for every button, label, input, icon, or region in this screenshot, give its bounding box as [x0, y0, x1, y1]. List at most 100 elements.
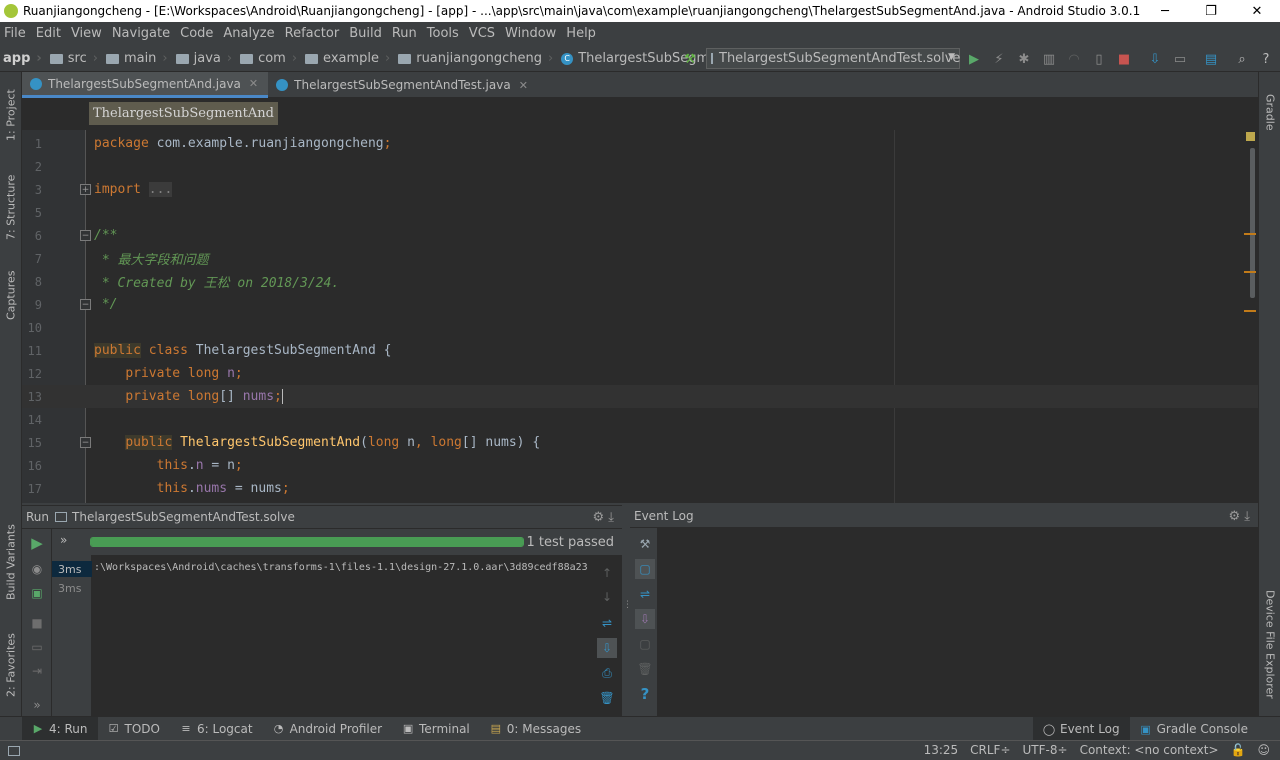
stop-icon[interactable]: ■ [27, 613, 47, 633]
menu-run[interactable]: Run [392, 26, 417, 41]
soft-wrap-icon[interactable]: ⇌ [635, 584, 655, 604]
sync-gradle-icon[interactable]: ⇩ [1147, 51, 1163, 67]
breadcrumb-main[interactable]: main › [102, 51, 172, 66]
breadcrumb-com[interactable]: com › [236, 51, 301, 66]
run-config-select[interactable]: ThelargestSubSegmentAndTest.solve ▼ [706, 48, 960, 69]
breadcrumb-example[interactable]: example › [301, 51, 394, 66]
tool-structure[interactable]: 7: Structure [0, 167, 22, 247]
menu-view[interactable]: View [71, 26, 102, 41]
attach-debugger-icon[interactable]: ▯ [1091, 51, 1107, 67]
menu-analyze[interactable]: Analyze [223, 26, 274, 41]
tool-project[interactable]: 1: Project [0, 80, 22, 150]
restore-layout-icon[interactable]: ▭ [27, 637, 47, 657]
tool-todo[interactable]: ☑ TODO [98, 717, 170, 741]
rerun-failed-icon[interactable]: ◉ [27, 559, 47, 579]
settings-hide-icons[interactable]: ⚙ ⤓ [592, 510, 614, 525]
code-editor[interactable]: 1 package com.example.ruanjiangongcheng;… [22, 130, 1258, 503]
panel-splitter[interactable]: ⋮ [622, 505, 632, 716]
breadcrumb-package[interactable]: ruanjiangongcheng › [394, 51, 557, 66]
settings-hide-icons[interactable]: ⚙ ⤓ [1228, 509, 1250, 524]
coverage-icon[interactable]: ▥ [1041, 51, 1057, 67]
breadcrumb-java[interactable]: java › [172, 51, 236, 66]
tab-main-class[interactable]: ThelargestSubSegmentAnd.java ✕ [22, 72, 269, 98]
exit-icon[interactable]: ⇥ [27, 661, 47, 681]
up-icon[interactable]: ↑ [597, 563, 617, 583]
tool-device-file-explorer[interactable]: Device File Explorer [1259, 582, 1280, 706]
menu-refactor[interactable]: Refactor [285, 26, 340, 41]
tool-captures[interactable]: Captures [0, 262, 22, 328]
tool-windows-icon[interactable] [8, 745, 20, 756]
test-tree[interactable]: 3ms 3ms [52, 555, 92, 717]
tool-android-profiler[interactable]: ◔ Android Profiler [263, 717, 392, 741]
warning-marker[interactable] [1244, 271, 1256, 273]
mark-read-icon[interactable]: ▢ [635, 634, 655, 654]
tool-build-variants[interactable]: Build Variants [0, 512, 22, 612]
run-panel-config[interactable]: ThelargestSubSegmentAndTest.solve [72, 510, 295, 524]
warning-marker[interactable] [1244, 310, 1256, 312]
hammer-icon[interactable]: ⚒ [682, 51, 698, 67]
line-separator[interactable]: CRLF÷ [970, 743, 1010, 757]
expand-icon[interactable]: » [60, 533, 67, 547]
test-duration[interactable]: 3ms [52, 561, 92, 577]
tool-logcat[interactable]: ≡ 6: Logcat [170, 717, 263, 741]
file-encoding[interactable]: UTF-8÷ [1023, 743, 1068, 757]
menu-navigate[interactable]: Navigate [112, 26, 170, 41]
print-icon[interactable]: ⎙ [597, 663, 617, 683]
scroll-to-end-icon[interactable]: ⇩ [597, 638, 617, 658]
editor-breadcrumb[interactable]: ThelargestSubSegmentAnd [89, 102, 278, 125]
apply-changes-icon[interactable]: ⚡ [991, 51, 1007, 67]
close-icon[interactable]: ✕ [249, 77, 258, 90]
avd-manager-icon[interactable]: ▭ [1172, 51, 1188, 67]
editor-scrollbar[interactable] [1244, 130, 1258, 503]
clear-icon[interactable]: 🗑 [635, 659, 655, 679]
menu-vcs[interactable]: VCS [469, 26, 495, 41]
debug-icon[interactable]: ✱ [1016, 51, 1032, 67]
menu-edit[interactable]: Edit [36, 26, 61, 41]
fold-collapse-icon[interactable]: − [80, 437, 91, 448]
lock-icon[interactable]: 🔓 [1231, 743, 1246, 757]
profile-icon[interactable]: ◠ [1066, 51, 1082, 67]
menu-help[interactable]: Help [566, 26, 596, 41]
tool-event-log[interactable]: ◯ Event Log [1033, 717, 1130, 741]
warning-marker[interactable] [1244, 233, 1256, 235]
help-icon[interactable]: ? [635, 684, 655, 704]
more-icon[interactable]: » [27, 695, 47, 715]
warning-status-icon[interactable] [1246, 132, 1255, 141]
test-duration[interactable]: 3ms [52, 580, 92, 596]
fold-expand-icon[interactable]: + [80, 184, 91, 195]
scroll-thumb[interactable] [1250, 148, 1255, 298]
close-icon[interactable]: ✕ [519, 79, 528, 92]
breadcrumb-src[interactable]: src › [46, 51, 102, 66]
help-icon[interactable]: ? [1258, 51, 1274, 67]
breadcrumb-app[interactable]: app › [0, 51, 46, 66]
tab-test-class[interactable]: ThelargestSubSegmentAndTest.java ✕ [268, 72, 538, 98]
down-icon[interactable]: ↓ [597, 587, 617, 607]
tool-gradle-console[interactable]: ▣ Gradle Console [1130, 717, 1258, 741]
menu-window[interactable]: Window [505, 26, 556, 41]
project-structure-icon[interactable]: ▤ [1203, 51, 1219, 67]
scroll-to-end-icon[interactable]: ⇩ [635, 609, 655, 629]
search-icon[interactable]: ⌕ [1234, 51, 1250, 67]
settings-icon[interactable]: ⚒ [635, 534, 655, 554]
toggle-auto-test-icon[interactable]: ▣ [27, 583, 47, 603]
stop-icon[interactable]: ■ [1116, 51, 1132, 67]
caret-position[interactable]: 13:25 [924, 743, 959, 757]
tool-terminal[interactable]: ▣ Terminal [392, 717, 480, 741]
close-button[interactable]: ✕ [1234, 0, 1280, 22]
clear-all-icon[interactable]: 🗑 [597, 688, 617, 708]
restore-button[interactable]: ❐ [1188, 0, 1234, 22]
console-output[interactable]: :\Workspaces\Android\caches\transforms-1… [94, 562, 590, 573]
show-balloons-icon[interactable]: ▢ [635, 559, 655, 579]
tool-messages[interactable]: ▤ 0: Messages [480, 717, 591, 741]
soft-wrap-icon[interactable]: ⇌ [597, 613, 617, 633]
run-icon[interactable]: ▶ [966, 51, 982, 67]
tool-favorites[interactable]: 2: Favorites [0, 622, 22, 708]
inspector-icon[interactable]: ☺ [1257, 743, 1270, 757]
menu-code[interactable]: Code [180, 26, 213, 41]
minimize-button[interactable]: ─ [1142, 0, 1188, 22]
tool-run[interactable]: ▶ 4: Run [22, 716, 98, 741]
tool-gradle[interactable]: Gradle [1259, 82, 1280, 142]
menu-build[interactable]: Build [349, 26, 382, 41]
menu-tools[interactable]: Tools [427, 26, 459, 41]
fold-collapse-icon[interactable]: − [80, 230, 91, 241]
